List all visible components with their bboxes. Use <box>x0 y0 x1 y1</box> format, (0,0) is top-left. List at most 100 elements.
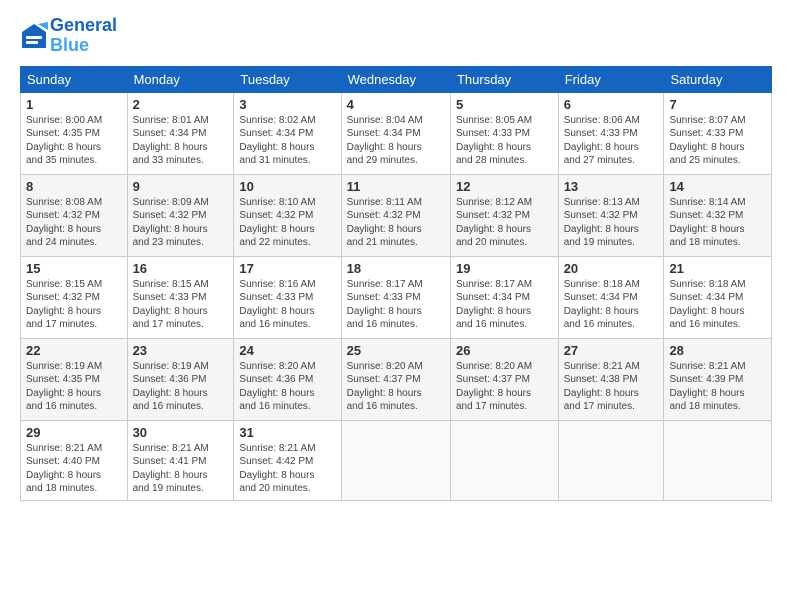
day-number: 12 <box>456 179 553 194</box>
calendar-week-row: 29 Sunrise: 8:21 AM Sunset: 4:40 PM Dayli… <box>21 420 772 500</box>
day-number: 3 <box>239 97 335 112</box>
day-info: Sunrise: 8:13 AM Sunset: 4:32 PM Dayligh… <box>564 196 659 250</box>
calendar-cell: 30Sunrise: 8:21 AM Sunset: 4:41 PM Dayli… <box>127 420 234 500</box>
day-info: Sunrise: 8:19 AM Sunset: 4:35 PM Dayligh… <box>26 360 122 414</box>
calendar-cell: 27 Sunrise: 8:21 AM Sunset: 4:38 PM Dayli… <box>558 338 664 420</box>
calendar-cell: 20 Sunrise: 8:18 AM Sunset: 4:34 PM Dayli… <box>558 256 664 338</box>
day-number: 10 <box>239 179 335 194</box>
calendar-cell: 6 Sunrise: 8:06 AM Sunset: 4:33 PM Daylig… <box>558 92 664 174</box>
calendar-cell: 31 Sunrise: 8:21 AM Sunset: 4:42 PM Dayli… <box>234 420 341 500</box>
day-info: Sunrise: 8:18 AM Sunset: 4:34 PM Dayligh… <box>669 278 766 332</box>
day-number: 11 <box>347 179 445 194</box>
day-info: Sunrise: 8:15 AM Sunset: 4:32 PM Dayligh… <box>26 278 122 332</box>
day-info: Sunrise: 8:10 AM Sunset: 4:32 PM Dayligh… <box>239 196 335 250</box>
day-number: 22 <box>26 343 122 358</box>
day-number: 20 <box>564 261 659 276</box>
calendar-week-row: 8 Sunrise: 8:08 AM Sunset: 4:32 PM Daylig… <box>21 174 772 256</box>
header: General Blue <box>20 16 772 56</box>
calendar-cell: 7Sunrise: 8:07 AM Sunset: 4:33 PM Daylig… <box>664 92 772 174</box>
calendar-cell: 25Sunrise: 8:20 AM Sunset: 4:37 PM Dayli… <box>341 338 450 420</box>
calendar-cell <box>664 420 772 500</box>
calendar-cell: 28 Sunrise: 8:21 AM Sunset: 4:39 PM Dayli… <box>664 338 772 420</box>
day-info: Sunrise: 8:00 AM Sunset: 4:35 PM Dayligh… <box>26 114 122 168</box>
day-info: Sunrise: 8:12 AM Sunset: 4:32 PM Dayligh… <box>456 196 553 250</box>
calendar-week-row: 15 Sunrise: 8:15 AM Sunset: 4:32 PM Dayli… <box>21 256 772 338</box>
calendar-week-row: 1 Sunrise: 8:00 AM Sunset: 4:35 PM Daylig… <box>21 92 772 174</box>
day-info: Sunrise: 8:21 AM Sunset: 4:39 PM Dayligh… <box>669 360 766 414</box>
day-info: Sunrise: 8:06 AM Sunset: 4:33 PM Dayligh… <box>564 114 659 168</box>
day-number: 6 <box>564 97 659 112</box>
day-number: 28 <box>669 343 766 358</box>
calendar-cell: 15 Sunrise: 8:15 AM Sunset: 4:32 PM Dayli… <box>21 256 128 338</box>
day-info: Sunrise: 8:20 AM Sunset: 4:37 PM Dayligh… <box>347 360 445 414</box>
day-info: Sunrise: 8:20 AM Sunset: 4:37 PM Dayligh… <box>456 360 553 414</box>
day-number: 19 <box>456 261 553 276</box>
calendar-cell: 19Sunrise: 8:17 AM Sunset: 4:34 PM Dayli… <box>450 256 558 338</box>
day-info: Sunrise: 8:16 AM Sunset: 4:33 PM Dayligh… <box>239 278 335 332</box>
day-number: 14 <box>669 179 766 194</box>
logo: General Blue <box>20 16 117 56</box>
calendar-cell: 14 Sunrise: 8:14 AM Sunset: 4:32 PM Dayli… <box>664 174 772 256</box>
day-info: Sunrise: 8:14 AM Sunset: 4:32 PM Dayligh… <box>669 196 766 250</box>
day-info: Sunrise: 8:05 AM Sunset: 4:33 PM Dayligh… <box>456 114 553 168</box>
calendar-cell: 18 Sunrise: 8:17 AM Sunset: 4:33 PM Dayli… <box>341 256 450 338</box>
day-info: Sunrise: 8:19 AM Sunset: 4:36 PM Dayligh… <box>133 360 229 414</box>
logo-icon <box>20 22 48 50</box>
day-number: 7 <box>669 97 766 112</box>
weekday-header: Monday <box>127 66 234 92</box>
calendar-cell: 16Sunrise: 8:15 AM Sunset: 4:33 PM Dayli… <box>127 256 234 338</box>
day-number: 26 <box>456 343 553 358</box>
day-info: Sunrise: 8:18 AM Sunset: 4:34 PM Dayligh… <box>564 278 659 332</box>
calendar-cell: 13 Sunrise: 8:13 AM Sunset: 4:32 PM Dayli… <box>558 174 664 256</box>
day-number: 16 <box>133 261 229 276</box>
day-number: 17 <box>239 261 335 276</box>
weekday-header: Friday <box>558 66 664 92</box>
logo-text: General Blue <box>50 16 117 56</box>
calendar-cell: 5 Sunrise: 8:05 AM Sunset: 4:33 PM Daylig… <box>450 92 558 174</box>
weekday-header: Saturday <box>664 66 772 92</box>
calendar-week-row: 22 Sunrise: 8:19 AM Sunset: 4:35 PM Dayli… <box>21 338 772 420</box>
calendar-cell: 4 Sunrise: 8:04 AM Sunset: 4:34 PM Daylig… <box>341 92 450 174</box>
calendar-cell <box>450 420 558 500</box>
calendar-cell: 21 Sunrise: 8:18 AM Sunset: 4:34 PM Dayli… <box>664 256 772 338</box>
calendar-cell: 1 Sunrise: 8:00 AM Sunset: 4:35 PM Daylig… <box>21 92 128 174</box>
day-info: Sunrise: 8:21 AM Sunset: 4:40 PM Dayligh… <box>26 442 122 496</box>
day-number: 23 <box>133 343 229 358</box>
calendar-cell: 23 Sunrise: 8:19 AM Sunset: 4:36 PM Dayli… <box>127 338 234 420</box>
calendar-cell: 29 Sunrise: 8:21 AM Sunset: 4:40 PM Dayli… <box>21 420 128 500</box>
day-info: Sunrise: 8:21 AM Sunset: 4:38 PM Dayligh… <box>564 360 659 414</box>
calendar-cell: 22 Sunrise: 8:19 AM Sunset: 4:35 PM Dayli… <box>21 338 128 420</box>
day-number: 18 <box>347 261 445 276</box>
calendar-cell: 3 Sunrise: 8:02 AM Sunset: 4:34 PM Daylig… <box>234 92 341 174</box>
day-info: Sunrise: 8:11 AM Sunset: 4:32 PM Dayligh… <box>347 196 445 250</box>
calendar-cell: 24 Sunrise: 8:20 AM Sunset: 4:36 PM Dayli… <box>234 338 341 420</box>
calendar-cell <box>341 420 450 500</box>
day-info: Sunrise: 8:02 AM Sunset: 4:34 PM Dayligh… <box>239 114 335 168</box>
calendar-cell: 9Sunrise: 8:09 AM Sunset: 4:32 PM Daylig… <box>127 174 234 256</box>
day-number: 15 <box>26 261 122 276</box>
day-info: Sunrise: 8:17 AM Sunset: 4:33 PM Dayligh… <box>347 278 445 332</box>
calendar-cell: 8 Sunrise: 8:08 AM Sunset: 4:32 PM Daylig… <box>21 174 128 256</box>
day-number: 21 <box>669 261 766 276</box>
day-number: 13 <box>564 179 659 194</box>
calendar-header-row: SundayMondayTuesdayWednesdayThursdayFrid… <box>21 66 772 92</box>
day-number: 2 <box>133 97 229 112</box>
calendar-cell: 11 Sunrise: 8:11 AM Sunset: 4:32 PM Dayli… <box>341 174 450 256</box>
day-number: 24 <box>239 343 335 358</box>
day-number: 31 <box>239 425 335 440</box>
calendar-table: SundayMondayTuesdayWednesdayThursdayFrid… <box>20 66 772 501</box>
day-info: Sunrise: 8:20 AM Sunset: 4:36 PM Dayligh… <box>239 360 335 414</box>
day-info: Sunrise: 8:04 AM Sunset: 4:34 PM Dayligh… <box>347 114 445 168</box>
day-number: 8 <box>26 179 122 194</box>
calendar-cell: 12 Sunrise: 8:12 AM Sunset: 4:32 PM Dayli… <box>450 174 558 256</box>
day-number: 29 <box>26 425 122 440</box>
day-number: 27 <box>564 343 659 358</box>
day-number: 4 <box>347 97 445 112</box>
day-number: 1 <box>26 97 122 112</box>
day-number: 5 <box>456 97 553 112</box>
day-info: Sunrise: 8:08 AM Sunset: 4:32 PM Dayligh… <box>26 196 122 250</box>
calendar-cell: 10 Sunrise: 8:10 AM Sunset: 4:32 PM Dayli… <box>234 174 341 256</box>
page: General Blue SundayMondayTuesdayWednesda… <box>0 0 792 511</box>
day-info: Sunrise: 8:21 AM Sunset: 4:42 PM Dayligh… <box>239 442 335 496</box>
day-number: 30 <box>133 425 229 440</box>
